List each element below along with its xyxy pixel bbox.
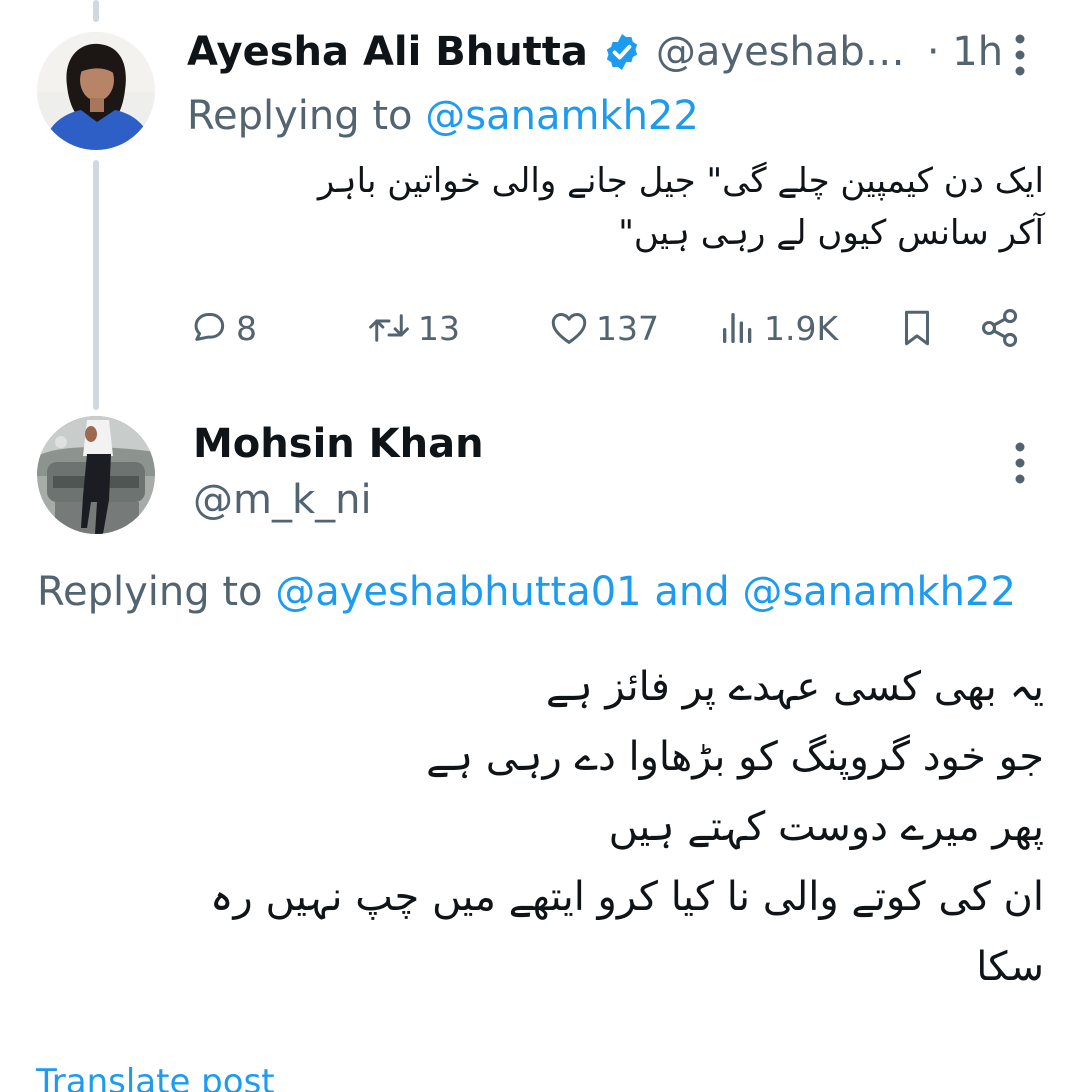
- more-options-icon[interactable]: [1012, 33, 1028, 77]
- like-count: 137: [596, 308, 659, 348]
- views-button[interactable]: 1.9K: [718, 300, 838, 356]
- bookmark-button[interactable]: [896, 300, 938, 356]
- translate-post-link[interactable]: Translate post: [36, 1062, 275, 1092]
- avatar-image: [37, 32, 155, 150]
- replying-to: Replying to @sanamkh22: [187, 92, 699, 140]
- tweet-text-line: آکر سانس کیوں لے رہی ہیں": [618, 213, 1044, 253]
- reply-icon: [194, 313, 225, 341]
- tweet-text-line: ان کی کوتے والی نا کیا کرو ایتھے میں چپ …: [209, 874, 1044, 920]
- reply-count: 8: [236, 308, 257, 348]
- avatar-image: [37, 416, 155, 534]
- share-button[interactable]: [978, 300, 1022, 356]
- display-name[interactable]: Ayesha Ali Bhutta: [187, 28, 588, 76]
- mention-link[interactable]: @sanamkh22: [425, 93, 699, 139]
- tweet-text: ایک دن کیمپین چلے گی" جیل جانے والی خوات…: [164, 155, 1044, 259]
- view-count: 1.9K: [764, 308, 839, 348]
- mention-link[interactable]: @sanamkh22: [742, 569, 1016, 615]
- tweet-header: Ayesha Ali Bhutta @ayeshab… · 1h: [187, 28, 1003, 76]
- thread-line: [93, 160, 99, 410]
- avatar[interactable]: [37, 32, 155, 150]
- reply-button[interactable]: 8: [188, 300, 257, 356]
- like-button[interactable]: 137: [548, 300, 659, 356]
- views-icon: [723, 313, 752, 343]
- tweet-actions: 8 13 137 1.9K: [188, 300, 1028, 356]
- user-handle[interactable]: @m_k_ni: [193, 476, 372, 524]
- tweet-text-line: سکا: [976, 944, 1044, 990]
- repost-button[interactable]: 13: [366, 300, 460, 356]
- share-icon: [981, 309, 1018, 347]
- tweet-text-line: یہ بھی کسی عہدے پر فائز ہے: [545, 664, 1044, 710]
- mention-and[interactable]: and: [654, 569, 729, 615]
- thread-view: Ayesha Ali Bhutta @ayeshab… · 1h Replyin…: [0, 0, 1080, 1092]
- display-name[interactable]: Mohsin Khan: [193, 420, 484, 468]
- repost-icon: [369, 314, 409, 342]
- bookmark-icon: [905, 310, 929, 346]
- more-options-icon[interactable]: [1012, 441, 1028, 485]
- user-handle[interactable]: @ayeshab…: [656, 28, 905, 76]
- tweet-text-line: پھر میرے دوست کہتے ہیں: [608, 804, 1044, 850]
- tweet-text-line: ایک دن کیمپین چلے گی" جیل جانے والی خوات…: [317, 161, 1044, 201]
- replying-to-label: Replying to: [187, 93, 413, 139]
- replying-to: Replying to @ayeshabhutta01 and @sanamkh…: [37, 568, 1016, 616]
- verified-badge-icon[interactable]: [602, 32, 642, 72]
- replying-to-label: Replying to: [37, 569, 263, 615]
- tweet-text: یہ بھی کسی عہدے پر فائز ہے جو خود گروپنگ…: [34, 652, 1044, 1002]
- thread-line-top: [93, 0, 99, 22]
- tweet-header: Mohsin Khan: [193, 420, 484, 468]
- timestamp[interactable]: · 1h: [927, 28, 1003, 76]
- repost-count: 13: [418, 308, 460, 348]
- mention-link[interactable]: @ayeshabhutta01: [275, 569, 641, 615]
- avatar[interactable]: [37, 416, 155, 534]
- heart-icon: [551, 313, 587, 344]
- tweet-text-line: جو خود گروپنگ کو بڑھاوا دے رہی ہے: [426, 734, 1044, 780]
